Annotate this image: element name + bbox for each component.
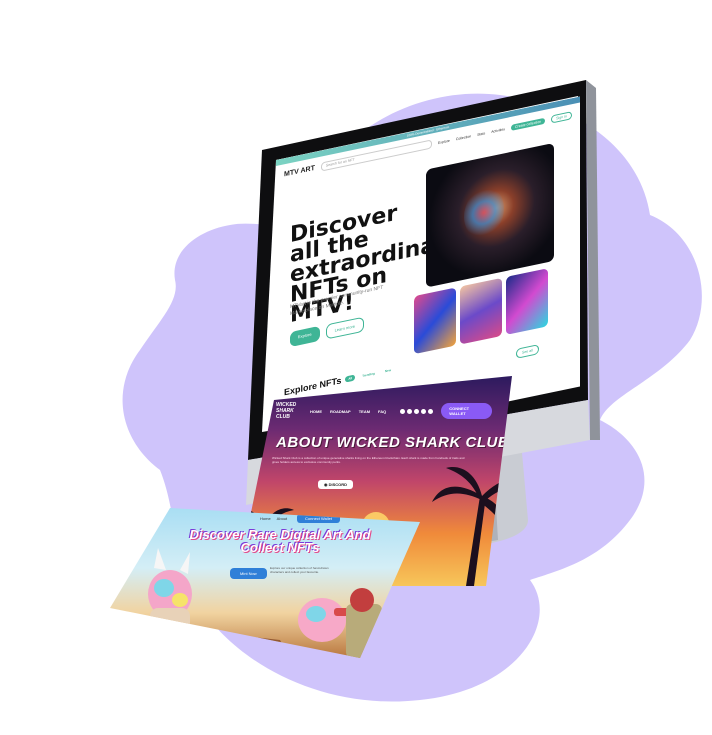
nft-thumbnail[interactable] — [414, 287, 456, 355]
nav-item-collection[interactable]: Collection — [456, 134, 471, 141]
filter-all[interactable]: All — [345, 374, 356, 383]
mtv-logo[interactable]: MTV ART — [284, 165, 315, 178]
create-collection-button[interactable]: Create collection — [511, 117, 546, 131]
explore-button[interactable]: Explore — [290, 325, 320, 348]
learn-more-button[interactable]: Learn more — [325, 316, 365, 340]
showcase-stage: 100% Decentralized · Ethereum MTV ART Se… — [0, 0, 712, 735]
nav-item-activities[interactable]: Activities — [491, 127, 505, 134]
filter-new[interactable]: New — [382, 366, 394, 375]
explore-heading: Explore NFTs — [284, 375, 342, 398]
filter-trending[interactable]: Trending — [359, 370, 378, 380]
nft-thumbnail[interactable] — [506, 268, 548, 335]
nav-item-stats[interactable]: Stats — [477, 131, 485, 137]
featured-nft-artwork[interactable] — [426, 142, 554, 288]
nav-item-explore[interactable]: Explore — [438, 138, 450, 144]
nft-thumbnail[interactable] — [460, 277, 502, 345]
sign-in-button[interactable]: Sign In — [551, 110, 572, 124]
monitor-side — [586, 80, 600, 440]
